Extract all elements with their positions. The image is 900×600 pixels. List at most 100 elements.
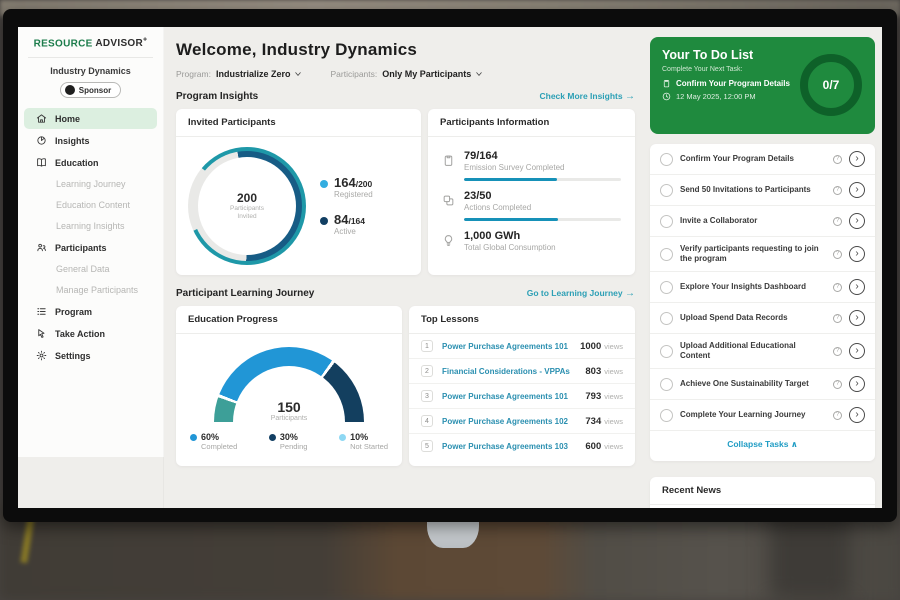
- check-more-insights-link[interactable]: Check More Insights →: [539, 91, 635, 102]
- sidebar-item-program[interactable]: Program: [24, 301, 157, 322]
- sidebar-item-insights[interactable]: Insights: [24, 130, 157, 151]
- sidebar-item-manage-participants[interactable]: Manage Participants: [24, 280, 157, 300]
- task-info-icon[interactable]: ?: [833, 314, 842, 323]
- sidebar-item-home[interactable]: Home: [24, 108, 157, 129]
- participants-information-title: Participants Information: [428, 109, 635, 137]
- sidebar-item-education-content[interactable]: Education Content: [24, 195, 157, 215]
- task-checkbox[interactable]: [660, 281, 673, 294]
- task-checkbox[interactable]: [660, 378, 673, 391]
- task-info-icon[interactable]: ?: [833, 217, 842, 226]
- task-info-icon[interactable]: ?: [833, 186, 842, 195]
- arrow-right-icon: →: [625, 91, 635, 102]
- task-info-icon[interactable]: ?: [833, 155, 842, 164]
- todo-progress-ring: 0/7: [800, 54, 862, 116]
- page-title: Welcome, Industry Dynamics: [176, 40, 635, 60]
- task-row[interactable]: Invite a Collaborator ? ›: [650, 206, 875, 237]
- task-checkbox[interactable]: [660, 248, 673, 261]
- task-row[interactable]: Confirm Your Program Details ? ›: [650, 144, 875, 175]
- survey-icon: [442, 154, 455, 167]
- task-chevron-button[interactable]: ›: [849, 310, 865, 326]
- lesson-row[interactable]: 5 Power Purchase Agreements 103 600 view…: [409, 434, 635, 458]
- registered-dot-icon: [320, 180, 328, 188]
- not-started-dot-icon: [339, 434, 346, 441]
- task-chevron-button[interactable]: ›: [849, 182, 865, 198]
- recent-news-card: Recent News: [650, 477, 875, 508]
- lesson-link[interactable]: Power Purchase Agreements 101: [442, 342, 580, 351]
- task-chevron-button[interactable]: ›: [849, 246, 865, 262]
- clipboard-icon: [662, 79, 671, 88]
- task-info-icon[interactable]: ?: [833, 411, 842, 420]
- sponsor-badge[interactable]: Sponsor: [60, 82, 121, 98]
- task-checkbox[interactable]: [660, 153, 673, 166]
- task-chevron-button[interactable]: ›: [849, 376, 865, 392]
- chevron-down-icon: [475, 70, 483, 78]
- lesson-link[interactable]: Power Purchase Agreements 101: [442, 392, 585, 401]
- task-row[interactable]: Complete Your Learning Journey ? ›: [650, 400, 875, 431]
- education-progress-gauge: 150 Participants: [214, 347, 364, 422]
- task-row[interactable]: Explore Your Insights Dashboard ? ›: [650, 272, 875, 303]
- sponsor-icon: [65, 85, 75, 95]
- task-checkbox[interactable]: [660, 409, 673, 422]
- todo-next-task: Confirm Your Program Details: [676, 79, 790, 88]
- lesson-link[interactable]: Power Purchase Agreements 102: [442, 417, 585, 426]
- sidebar-item-general-data[interactable]: General Data: [24, 259, 157, 279]
- sidebar-item-learning-journey[interactable]: Learning Journey: [24, 174, 157, 194]
- lesson-row[interactable]: 2 Financial Considerations - VPPAs 803 v…: [409, 359, 635, 384]
- task-checkbox[interactable]: [660, 345, 673, 358]
- insights-icon: [36, 135, 47, 146]
- task-row[interactable]: Verify participants requesting to join t…: [650, 237, 875, 272]
- task-chevron-button[interactable]: ›: [849, 407, 865, 423]
- go-to-learning-journey-link[interactable]: Go to Learning Journey →: [527, 288, 635, 299]
- task-row[interactable]: Upload Additional Educational Content ? …: [650, 334, 875, 369]
- participants-select[interactable]: Only My Participants: [382, 69, 483, 79]
- task-chevron-button[interactable]: ›: [849, 151, 865, 167]
- task-checkbox[interactable]: [660, 312, 673, 325]
- task-row[interactable]: Achieve One Sustainability Target ? ›: [650, 369, 875, 400]
- rank-badge: 1: [421, 340, 433, 352]
- lesson-row[interactable]: 1 Power Purchase Agreements 101 1000 vie…: [409, 334, 635, 359]
- task-chevron-button[interactable]: ›: [849, 213, 865, 229]
- invited-participants-title: Invited Participants: [176, 109, 421, 137]
- main-content: Welcome, Industry Dynamics Program: Indu…: [164, 27, 645, 508]
- total-consumption-row: 1,000 GWh Total Global Consumption: [442, 230, 621, 252]
- sidebar-item-education[interactable]: Education: [24, 152, 157, 173]
- sidebar: RESOURCE ADVISOR+ Industry Dynamics Spon…: [18, 27, 164, 508]
- participants-icon: [36, 242, 47, 253]
- task-info-icon[interactable]: ?: [833, 283, 842, 292]
- donut-center-value: 200: [237, 191, 257, 205]
- task-info-icon[interactable]: ?: [833, 347, 842, 356]
- divider: [28, 57, 153, 58]
- sidebar-item-participants[interactable]: Participants: [24, 237, 157, 258]
- rank-badge: 5: [421, 440, 433, 452]
- pending-dot-icon: [269, 434, 276, 441]
- task-row[interactable]: Upload Spend Data Records ? ›: [650, 303, 875, 334]
- chevron-down-icon: [294, 70, 302, 78]
- lesson-row[interactable]: 3 Power Purchase Agreements 101 793 view…: [409, 384, 635, 409]
- lesson-link[interactable]: Power Purchase Agreements 103: [442, 442, 585, 451]
- collapse-tasks-link[interactable]: Collapse Tasks ∧: [650, 431, 875, 459]
- chevron-up-icon: ∧: [791, 439, 798, 449]
- task-checkbox[interactable]: [660, 215, 673, 228]
- program-select[interactable]: Industrialize Zero: [216, 69, 303, 79]
- sidebar-item-learning-insights[interactable]: Learning Insights: [24, 216, 157, 236]
- legend-active: 84/164 Active: [320, 213, 373, 236]
- home-icon: [36, 113, 47, 124]
- participants-information-card: Participants Information 79/164 Emission…: [428, 109, 635, 275]
- task-row[interactable]: Send 50 Invitations to Participants ? ›: [650, 175, 875, 206]
- todo-due-date: 12 May 2025, 12:00 PM: [676, 92, 756, 101]
- task-chevron-button[interactable]: ›: [849, 279, 865, 295]
- lesson-row[interactable]: 4 Power Purchase Agreements 102 734 view…: [409, 409, 635, 434]
- task-info-icon[interactable]: ?: [833, 250, 842, 259]
- task-chevron-button[interactable]: ›: [849, 343, 865, 359]
- task-checkbox[interactable]: [660, 184, 673, 197]
- legend-completed: 60% Completed: [190, 432, 237, 451]
- participants-filter-label: Participants:: [330, 69, 377, 79]
- sidebar-item-take-action[interactable]: Take Action: [24, 323, 157, 344]
- program-insights-heading: Program Insights: [176, 91, 258, 102]
- lesson-link[interactable]: Financial Considerations - VPPAs: [442, 367, 585, 376]
- sidebar-item-settings[interactable]: Settings: [24, 345, 157, 366]
- dashboard-screen: RESOURCE ADVISOR+ Industry Dynamics Spon…: [18, 27, 882, 508]
- right-panel: Your To Do List Complete Your Next Task:…: [645, 27, 882, 508]
- task-info-icon[interactable]: ?: [833, 380, 842, 389]
- todo-task-list: Confirm Your Program Details ? › Send 50…: [650, 144, 875, 461]
